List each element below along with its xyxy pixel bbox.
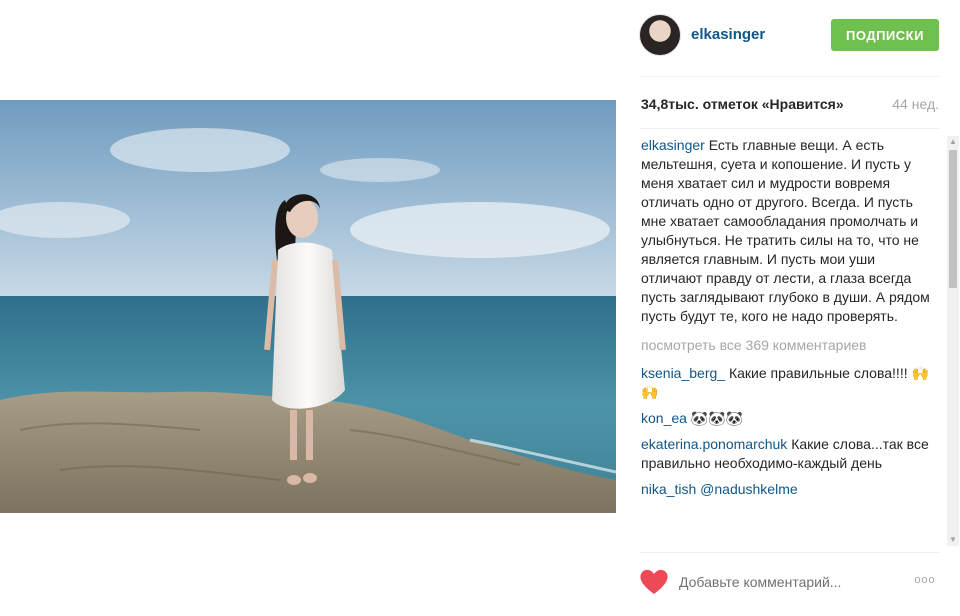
scroll-up-arrow-icon[interactable]: ▲ [947, 136, 959, 148]
comments-scrollbar[interactable]: ▲ ▼ [947, 136, 959, 546]
post-sidebar: elkasinger ПОДПИСКИ 34,8тыс. отметок «Нр… [617, 0, 960, 616]
comment-item: kon_ea 🐼🐼🐼 [641, 409, 931, 428]
avatar[interactable] [639, 14, 681, 56]
comment-item: ekaterina.ponomarchuk Какие слова...так … [641, 435, 931, 473]
post-age[interactable]: 44 нед. [892, 96, 939, 112]
comment-username-link[interactable]: ekaterina.ponomarchuk [641, 436, 787, 452]
caption-text: Есть главные вещи. А есть мельтешня, суе… [641, 137, 930, 324]
comment-text: 🐼🐼🐼 [690, 410, 744, 426]
header-divider [639, 76, 939, 77]
post-header: elkasinger ПОДПИСКИ [639, 14, 939, 58]
stats-divider [639, 128, 939, 129]
view-all-comments-link[interactable]: посмотреть все 369 комментариев [641, 336, 931, 355]
photo-scene [0, 100, 616, 513]
follow-button[interactable]: ПОДПИСКИ [831, 19, 939, 51]
scroll-down-arrow-icon[interactable]: ▼ [947, 534, 959, 546]
author-username-link[interactable]: elkasinger [691, 26, 765, 43]
post-footer: ooo [639, 568, 939, 598]
post-stats: 34,8тыс. отметок «Нравится» 44 нед. [641, 96, 939, 116]
caption: elkasinger Есть главные вещи. А есть мел… [641, 136, 931, 326]
comment-username-link[interactable]: kon_ea [641, 410, 687, 426]
caption-username-link[interactable]: elkasinger [641, 137, 705, 153]
more-options-icon[interactable]: ooo [911, 574, 939, 590]
heart-icon[interactable] [639, 568, 669, 596]
comments-list[interactable]: elkasinger Есть главные вещи. А есть мел… [641, 136, 931, 548]
footer-divider [639, 552, 939, 553]
likes-count[interactable]: 34,8тыс. отметок «Нравится» [641, 96, 844, 112]
comment-username-link[interactable]: nika_tish [641, 481, 696, 497]
comment-item: nika_tish @nadushkelme [641, 480, 931, 499]
scroll-thumb[interactable] [949, 150, 957, 288]
post-photo[interactable] [0, 100, 616, 513]
comment-mention-link[interactable]: @nadushkelme [700, 481, 798, 497]
add-comment-input[interactable] [679, 570, 899, 594]
comment-item: ksenia_berg_ Какие правильные слова!!!! … [641, 364, 931, 402]
comment-username-link[interactable]: ksenia_berg_ [641, 365, 725, 381]
